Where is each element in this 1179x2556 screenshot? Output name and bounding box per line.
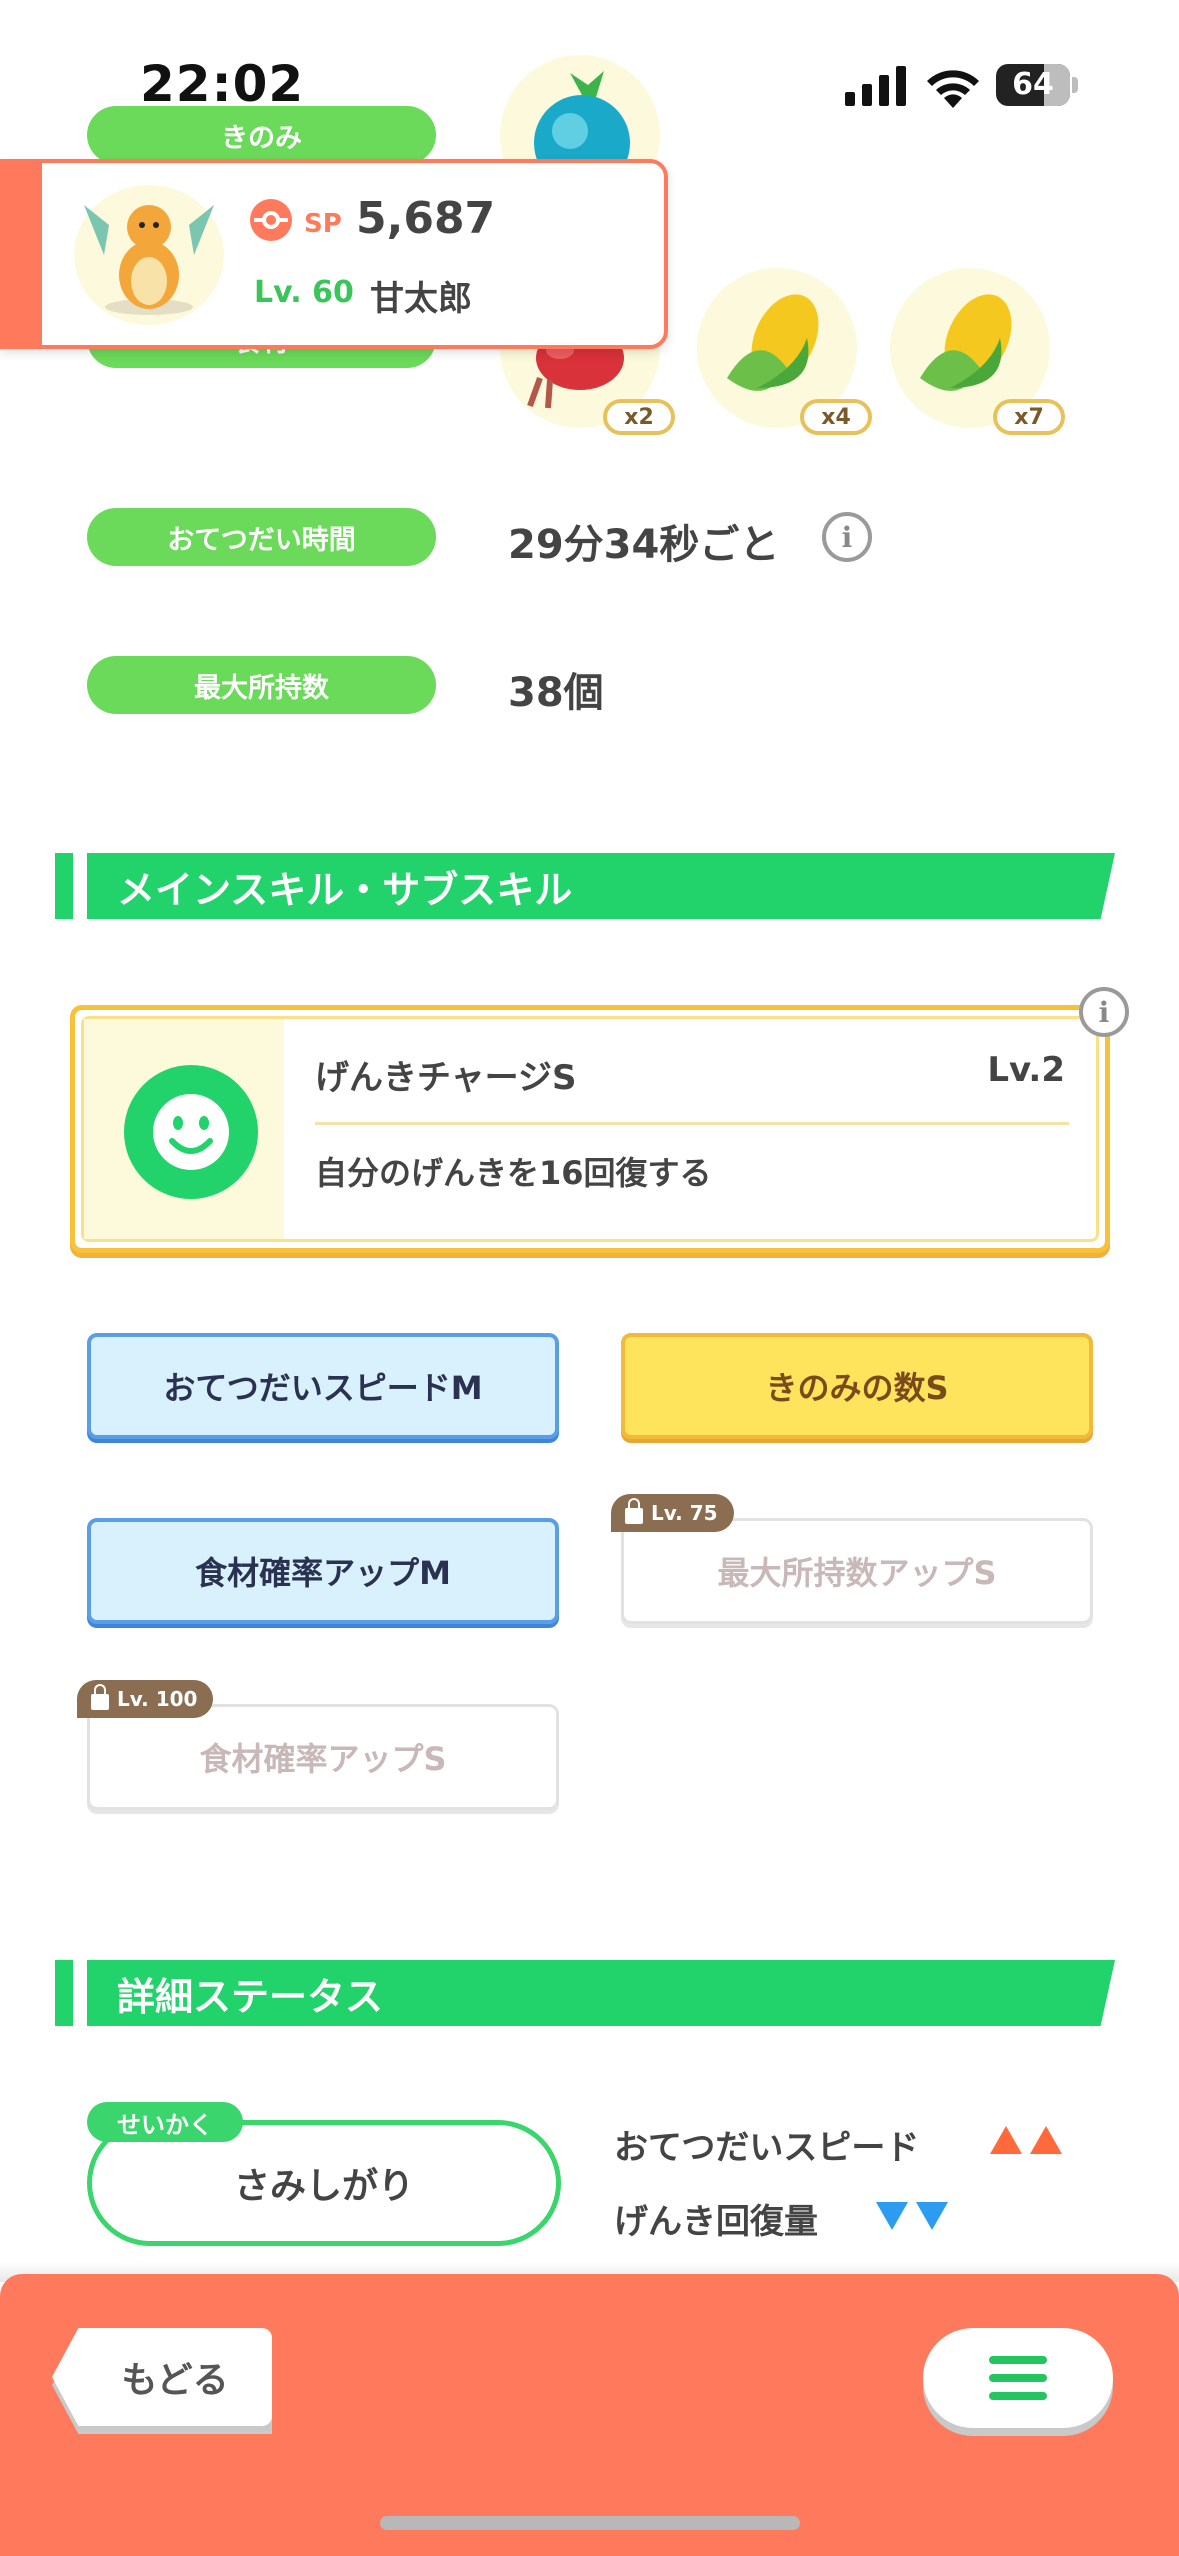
lock-level-tag: Lv. 75 bbox=[611, 1494, 734, 1532]
hamburger-line bbox=[989, 2374, 1047, 2382]
pokemon-level: Lv. 60 bbox=[254, 275, 354, 310]
smiley-icon bbox=[124, 1065, 258, 1199]
main-skill-level: Lv.2 bbox=[987, 1050, 1065, 1090]
ingredient-qty-2: x4 bbox=[800, 399, 872, 435]
divider bbox=[315, 1122, 1069, 1125]
battery-level: 64 bbox=[1012, 67, 1054, 102]
nature-tag: せいかく bbox=[87, 2102, 243, 2142]
battery-icon: 64 bbox=[996, 64, 1078, 106]
lock-level-tag: Lv. 100 bbox=[77, 1680, 214, 1718]
status-time: 22:02 bbox=[140, 55, 305, 113]
info-icon[interactable]: i bbox=[1079, 987, 1129, 1037]
down-arrow-icon bbox=[876, 2202, 908, 2230]
pokemon-name: 甘太郎 bbox=[370, 279, 472, 319]
ingredient-qty-3: x7 bbox=[993, 399, 1065, 435]
max-carry-label: 最大所持数 bbox=[87, 656, 436, 714]
lock-level: Lv. 100 bbox=[117, 1687, 198, 1711]
sp-label: SP bbox=[304, 209, 342, 239]
nature-down-effect: げんき回復量 bbox=[614, 2202, 818, 2242]
section-header-skills: メインスキル・サブスキル bbox=[87, 853, 1115, 919]
hamburger-line bbox=[989, 2392, 1047, 2400]
sp-value: 5,687 bbox=[356, 193, 496, 244]
berry-label: きのみ bbox=[87, 106, 436, 164]
skill-icon-area bbox=[84, 1019, 284, 1239]
help-time-value: 29分34秒ごと bbox=[508, 522, 780, 568]
home-indicator[interactable] bbox=[380, 2516, 800, 2530]
menu-button[interactable] bbox=[923, 2328, 1113, 2428]
up-arrow-icon bbox=[990, 2126, 1022, 2154]
section-marker bbox=[55, 853, 73, 919]
hamburger-icon bbox=[989, 2356, 1047, 2364]
section-marker bbox=[55, 1960, 73, 2026]
sub-skill-1[interactable]: おてつだいスピードM bbox=[87, 1333, 559, 1439]
pokemon-popup-card[interactable]: SP 5,687 Lv. 60 甘太郎 bbox=[0, 159, 668, 349]
sub-skill-2[interactable]: きのみの数S bbox=[621, 1333, 1093, 1439]
main-skill-card[interactable]: げんきチャージS Lv.2 自分のげんきを16回復する bbox=[70, 1005, 1110, 1253]
info-icon[interactable]: i bbox=[822, 512, 872, 562]
ingredient-qty-1: x2 bbox=[603, 399, 675, 435]
section-header-details: 詳細ステータス bbox=[87, 1960, 1115, 2026]
up-arrow-icon bbox=[1030, 2126, 1062, 2154]
sub-skill-3[interactable]: 食材確率アップM bbox=[87, 1518, 559, 1624]
main-skill-name: げんきチャージS bbox=[315, 1058, 577, 1098]
sp-ball-icon bbox=[250, 199, 292, 241]
main-skill-description: 自分のげんきを16回復する bbox=[315, 1154, 712, 1192]
card-accent-stripe bbox=[4, 163, 42, 345]
sub-skill-5[interactable]: 食材確率アップS bbox=[87, 1704, 559, 1810]
max-carry-value: 38個 bbox=[508, 670, 604, 716]
down-arrow-icon bbox=[916, 2202, 948, 2230]
lock-level: Lv. 75 bbox=[651, 1501, 718, 1525]
sub-skill-4[interactable]: 最大所持数アップS bbox=[621, 1518, 1093, 1624]
back-button[interactable]: もどる bbox=[52, 2328, 272, 2426]
help-time-label: おてつだい時間 bbox=[87, 508, 436, 566]
cellular-signal-icon bbox=[845, 66, 906, 106]
wifi-icon bbox=[927, 70, 979, 108]
nature-up-effect: おてつだいスピード bbox=[614, 2128, 920, 2168]
pokemon-avatar bbox=[74, 185, 224, 325]
lock-icon bbox=[625, 1498, 643, 1524]
lock-icon bbox=[91, 1684, 109, 1710]
